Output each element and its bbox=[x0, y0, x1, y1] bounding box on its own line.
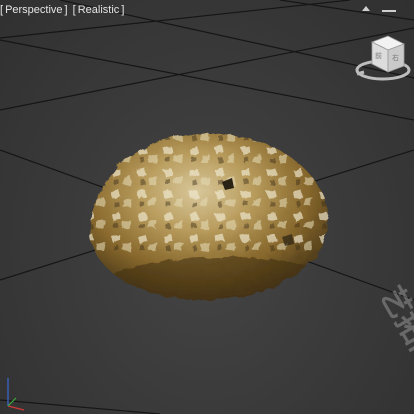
viewcube-front-label: 前 bbox=[375, 51, 382, 60]
bracket-open-2: [ bbox=[72, 4, 76, 16]
viewport[interactable]: [Perspective] [Realistic] 前 右 艺拓网yt bbox=[0, 0, 414, 414]
viewport-controls-icon[interactable] bbox=[360, 3, 400, 17]
bracket-close: ] bbox=[64, 4, 68, 16]
viewport-label[interactable]: [Perspective] [Realistic] bbox=[0, 3, 126, 17]
view-name-label[interactable]: Perspective bbox=[5, 4, 64, 16]
axis-tripod-icon bbox=[7, 378, 25, 411]
shading-mode-label[interactable]: Realistic bbox=[78, 4, 122, 16]
rock-model[interactable] bbox=[82, 122, 332, 312]
viewcube-icon[interactable]: 前 右 bbox=[354, 30, 412, 86]
bracket-close-2: ] bbox=[121, 4, 125, 16]
viewcube-right-label: 右 bbox=[392, 53, 399, 62]
